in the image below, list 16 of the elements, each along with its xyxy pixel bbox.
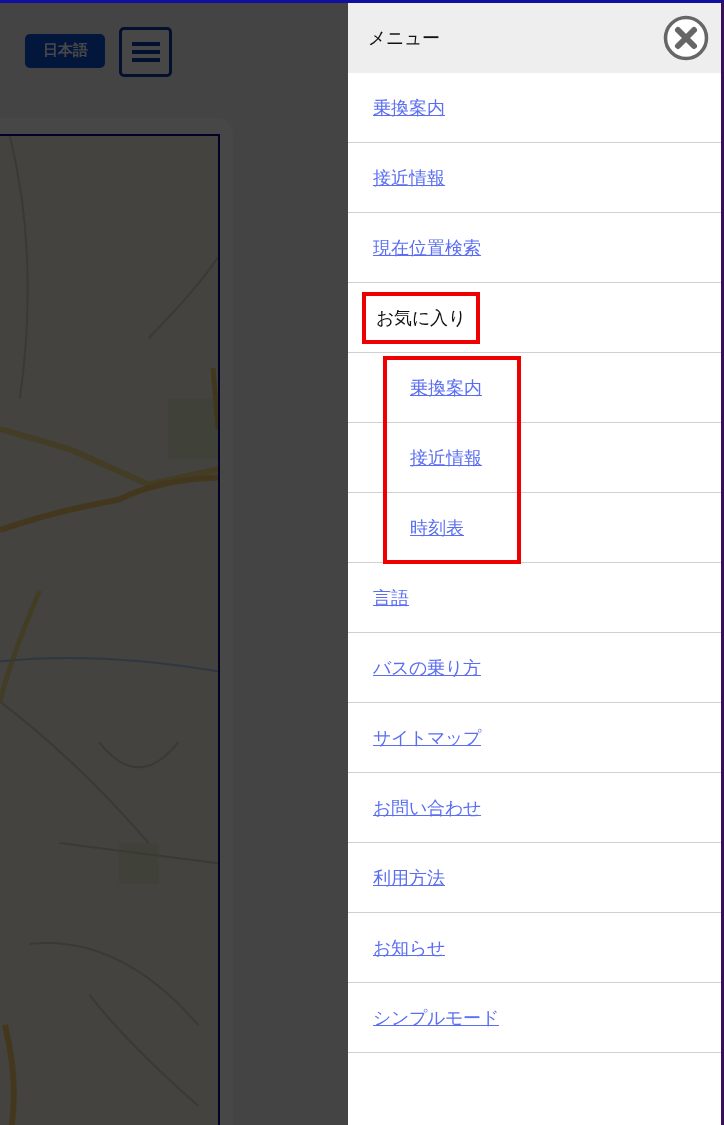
menu-link[interactable]: 言語 [373, 585, 409, 610]
menu-link[interactable]: 現在位置検索 [373, 235, 481, 260]
menu-link[interactable]: 乗換案内 [373, 95, 445, 120]
menu-link[interactable]: バスの乗り方 [373, 655, 481, 680]
menu-link[interactable]: サイトマップ [373, 725, 481, 750]
close-icon[interactable] [663, 15, 709, 61]
menu-title: メニュー [368, 26, 440, 50]
menu-link[interactable]: お問い合わせ [373, 795, 481, 820]
menu-link[interactable]: 接近情報 [410, 445, 482, 470]
menu-link[interactable]: 乗換案内 [410, 375, 482, 400]
menu-link[interactable]: お知らせ [373, 935, 445, 960]
menu-link[interactable]: シンプルモード [373, 1005, 499, 1030]
menu-link[interactable]: 接近情報 [373, 165, 445, 190]
menu-link[interactable]: 時刻表 [410, 515, 464, 540]
menu-link[interactable]: 利用方法 [373, 865, 445, 890]
menu-heading: お気に入り [362, 291, 480, 344]
